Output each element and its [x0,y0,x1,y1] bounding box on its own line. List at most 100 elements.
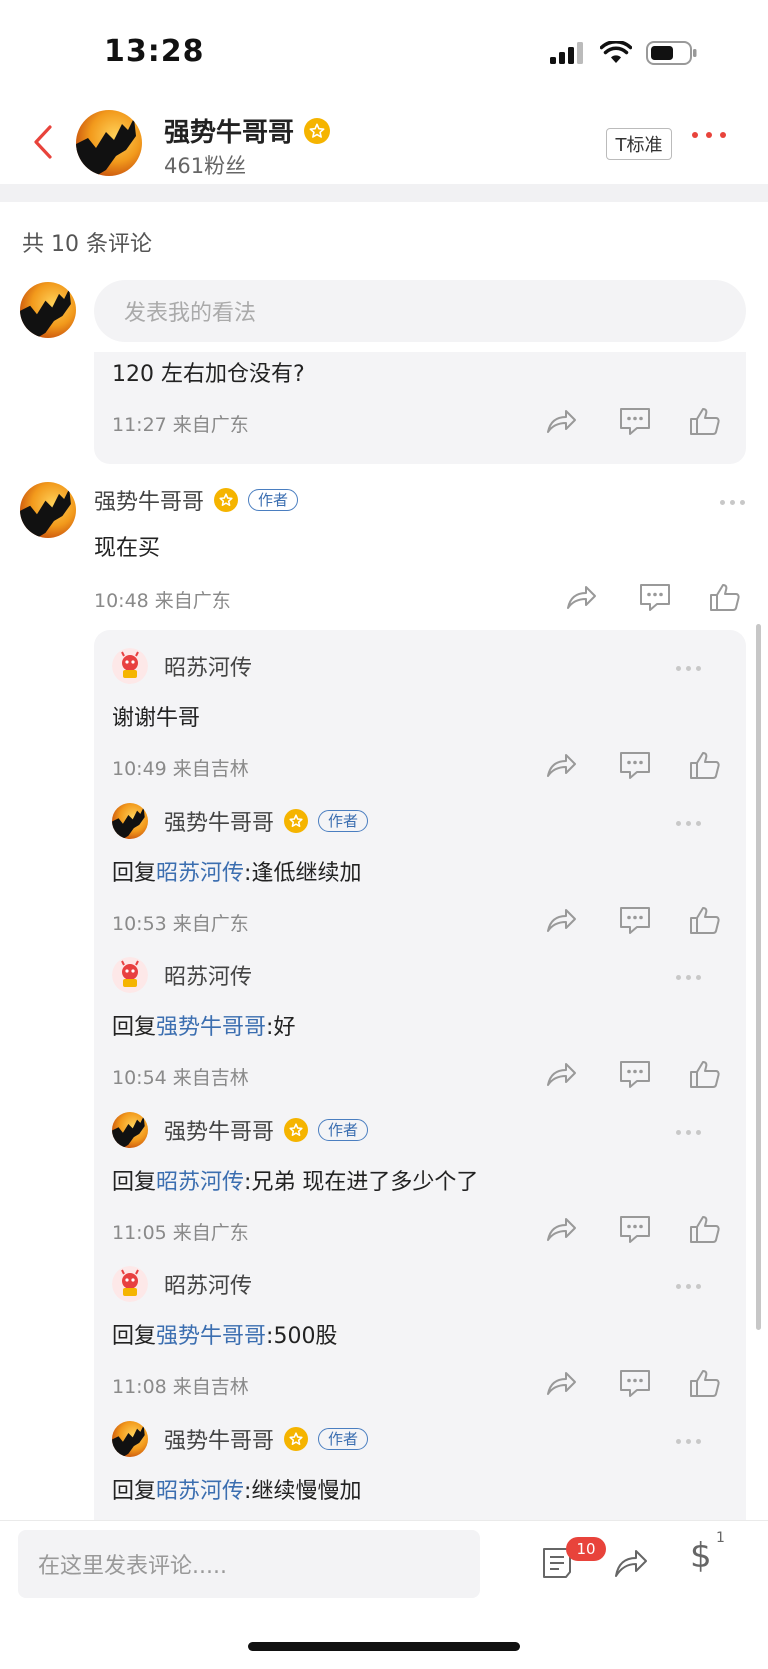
reply-author-name[interactable]: 昭苏河传 [164,650,252,682]
comment-text: 现在买 [94,536,161,561]
like-icon[interactable] [688,1368,722,1398]
reply-prefix: 回复 [112,1324,157,1349]
reply-meta: 11:05 来自广东 [112,1221,249,1244]
reply-more-icon[interactable] [676,1438,701,1444]
reply-author[interactable]: 昭苏河传 [164,1268,252,1300]
reward-icon[interactable]: $ [690,1536,712,1576]
reply-author[interactable]: 昭苏河传 [164,650,252,682]
reply-author-name[interactable]: 强势牛哥哥 [164,1423,274,1455]
reply-prefix: 回复 [112,1169,157,1195]
reply-more-icon[interactable] [676,820,701,826]
like-icon[interactable] [688,1059,722,1089]
author-name[interactable]: 强势牛哥哥 [164,112,331,149]
reply-icon[interactable] [618,1214,652,1244]
reply-text: :500股 [266,1324,338,1349]
reply-prefix: 回复 [112,1015,157,1040]
reply-text: :继续慢慢加 [244,1478,362,1504]
author-tag: 作者 [248,489,299,511]
reply-author[interactable]: 强势牛哥哥 作者 [164,805,369,837]
share-icon[interactable] [544,406,578,436]
comment-author[interactable]: 强势牛哥哥 作者 [94,484,299,516]
reply-author-name[interactable]: 强势牛哥哥 [164,1114,274,1146]
reply-text: 谢谢牛哥 [112,706,201,731]
share-icon[interactable] [612,1546,650,1580]
reply-icon[interactable] [618,750,652,780]
reply-text: :好 [266,1015,296,1040]
reply-content: 回复强势牛哥哥:好 [112,1009,295,1041]
reply-text: :兄弟 现在进了多少个了 [244,1169,479,1195]
comment-author-name[interactable]: 强势牛哥哥 [94,484,204,516]
fans-count: 461粉丝 [164,154,247,178]
share-icon[interactable] [544,1368,578,1398]
share-icon[interactable] [544,905,578,935]
reply-author-name[interactable]: 昭苏河传 [164,1268,252,1300]
back-arrow-icon[interactable] [30,124,56,160]
reply-avatar[interactable] [112,1266,148,1302]
font-size-button[interactable]: T标准 [606,128,672,160]
like-icon[interactable] [688,750,722,780]
reply-more-icon[interactable] [676,975,701,980]
reply-author-name[interactable]: 昭苏河传 [164,959,252,991]
share-icon[interactable] [544,750,578,780]
compose-input[interactable]: 发表我的看法 [94,280,746,342]
section-divider [0,184,768,202]
reply-content: 回复昭苏河传:继续慢慢加 [112,1473,361,1505]
reply-author[interactable]: 昭苏河传 [164,959,252,991]
reward-count: 1 [716,1530,725,1546]
scrollbar[interactable] [756,624,761,1330]
author-tag: 作者 [318,1118,369,1141]
reply-icon[interactable] [638,582,672,612]
reply-content: 回复昭苏河传:逢低继续加 [112,855,361,887]
reply-meta: 10:49 来自吉林 [112,758,249,780]
reply-target-link[interactable]: 强势牛哥哥 [156,1324,266,1349]
reply-author[interactable]: 强势牛哥哥 作者 [164,1114,369,1146]
home-indicator [248,1642,520,1651]
comment-avatar[interactable] [20,482,76,538]
bottom-comment-input[interactable]: 在这里发表评论..... [18,1530,480,1598]
like-icon[interactable] [688,406,722,436]
reply-icon[interactable] [618,406,652,436]
reply-more-icon[interactable] [676,666,701,671]
wifi-icon [600,41,632,63]
reply-more-icon[interactable] [676,1129,701,1135]
vip-star-icon [284,808,309,833]
reply-avatar[interactable] [112,802,148,839]
more-menu-icon[interactable] [692,132,726,138]
author-tag: 作者 [318,809,369,832]
reply-author[interactable]: 强势牛哥哥 作者 [164,1423,369,1455]
share-icon[interactable] [544,1059,578,1089]
like-icon[interactable] [688,905,722,935]
reply-avatar[interactable] [112,957,148,993]
reply-target-link[interactable]: 昭苏河传 [156,861,244,886]
my-avatar[interactable] [20,282,76,338]
reply-meta: 11:27 来自广东 [112,414,249,436]
vip-star-icon [284,1117,309,1142]
comment-meta: 10:48 来自广东 [94,590,231,612]
reply-text: :逢低继续加 [244,860,362,886]
signal-icon [550,42,583,64]
comment-more-icon[interactable] [720,500,745,505]
like-icon[interactable] [708,582,742,612]
share-icon[interactable] [544,1214,578,1244]
reply-icon[interactable] [618,1059,652,1089]
reply-more-icon[interactable] [676,1284,701,1289]
vip-star-icon [304,117,331,144]
comment-count: 共 10 条评论 [22,232,152,257]
reply-icon[interactable] [618,905,652,935]
reply-avatar[interactable] [112,1420,148,1457]
reply-meta: 10:54 来自吉林 [112,1067,249,1089]
reply-content: 谢谢牛哥 [112,700,200,732]
share-icon[interactable] [564,582,598,612]
author-name-text[interactable]: 强势牛哥哥 [164,112,294,149]
reply-icon[interactable] [618,1368,652,1398]
vip-star-icon [284,1426,309,1451]
reply-author-name[interactable]: 强势牛哥哥 [164,805,274,837]
vip-star-icon [214,488,239,512]
like-icon[interactable] [688,1214,722,1244]
reply-avatar[interactable] [112,1111,148,1148]
reply-avatar[interactable] [112,648,148,684]
reply-target-link[interactable]: 强势牛哥哥 [156,1015,266,1040]
reply-target-link[interactable]: 昭苏河传 [156,1170,244,1195]
reply-target-link[interactable]: 昭苏河传 [156,1479,244,1504]
author-avatar[interactable] [76,110,142,176]
